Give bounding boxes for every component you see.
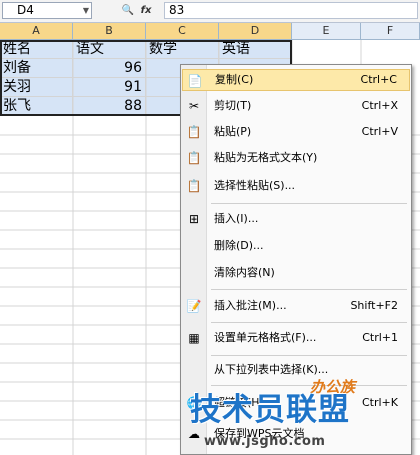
menu-item-format-cells[interactable]: ▦ 设置单元格格式(F)... Ctrl+1 (182, 327, 410, 349)
menu-label: 超链接(H)... (214, 396, 275, 409)
menu-separator (211, 385, 407, 386)
menu-shortcut: Ctrl+K (361, 396, 398, 409)
paste-text-icon: 📋 (186, 151, 202, 165)
menu-item-insert-comment[interactable]: 📝 插入批注(M)... Shift+F2 (182, 295, 410, 317)
menu-shortcut: Shift+F2 (350, 299, 398, 312)
menu-separator (211, 355, 407, 356)
copy-icon: 📄 (187, 74, 203, 88)
insert-cells-icon: ⊞ (188, 212, 200, 226)
menu-item-pick-from-list[interactable]: 从下拉列表中选择(K)... (182, 359, 410, 381)
menu-item-paste-text[interactable]: 📋 粘贴为无格式文本(Y) (182, 147, 410, 169)
fx-button[interactable]: fx (138, 3, 154, 18)
menu-label: 剪切(T) (214, 99, 252, 112)
menu-item-paste[interactable]: 📋 粘贴(P) Ctrl+V (182, 121, 410, 143)
paste-icon: 📋 (186, 125, 202, 139)
menu-label: 保存到WPS云文档 (214, 427, 305, 440)
formula-buttons: 🔍 fx (98, 2, 158, 19)
menu-label: 清除内容(N) (214, 266, 275, 279)
menu-separator (211, 203, 407, 204)
menu-item-save-cloud[interactable]: ☁ 保存到WPS云文档 (182, 423, 410, 445)
menu-shortcut: Ctrl+X (361, 99, 398, 112)
chevron-down-icon[interactable]: ▼ (83, 3, 89, 18)
menu-item-hyperlink[interactable]: 🌐 超链接(H)... Ctrl+K (182, 392, 410, 414)
format-cells-icon: ▦ (188, 331, 200, 345)
menu-item-cut[interactable]: ✂ 剪切(T) Ctrl+X (182, 95, 410, 117)
menu-item-delete[interactable]: 删除(D)... (182, 235, 410, 257)
comment-icon: 📝 (186, 299, 202, 313)
menu-item-copy[interactable]: 📄 复制(C) Ctrl+C (182, 69, 410, 91)
menu-label: 选择性粘贴(S)... (214, 179, 296, 192)
menu-label: 设置单元格格式(F)... (214, 331, 317, 344)
menu-shortcut: Ctrl+V (361, 125, 398, 138)
name-box-value: D4 (17, 3, 34, 17)
hyperlink-icon: 🌐 (186, 396, 202, 410)
menu-label: 插入批注(M)... (214, 299, 287, 312)
menu-separator (211, 289, 407, 290)
menu-label: 粘贴为无格式文本(Y) (214, 151, 318, 164)
scissors-icon: ✂ (188, 99, 200, 113)
menu-label: 从下拉列表中选择(K)... (214, 363, 329, 376)
menu-shortcut: Ctrl+C (360, 73, 397, 86)
menu-separator (211, 322, 407, 323)
menu-item-insert[interactable]: ⊞ 插入(I)... (182, 208, 410, 230)
zoom-icon[interactable]: 🔍 (120, 3, 136, 18)
formula-bar: D4 ▼ 🔍 fx 83 (0, 0, 420, 23)
menu-label: 复制(C) (215, 73, 254, 86)
formula-input[interactable]: 83 (164, 2, 418, 19)
menu-label: 粘贴(P) (214, 125, 252, 138)
menu-item-paste-special[interactable]: 📋 选择性粘贴(S)... (182, 175, 410, 197)
name-box[interactable]: D4 ▼ (2, 2, 92, 19)
context-menu: 📄 复制(C) Ctrl+C ✂ 剪切(T) Ctrl+X 📋 粘贴(P) Ct… (180, 64, 412, 455)
menu-label: 删除(D)... (214, 239, 264, 252)
paste-special-icon: 📋 (186, 179, 202, 193)
menu-item-clear[interactable]: 清除内容(N) (182, 262, 410, 284)
cloud-icon: ☁ (188, 427, 200, 441)
menu-label: 插入(I)... (214, 212, 259, 225)
menu-shortcut: Ctrl+1 (362, 331, 398, 344)
